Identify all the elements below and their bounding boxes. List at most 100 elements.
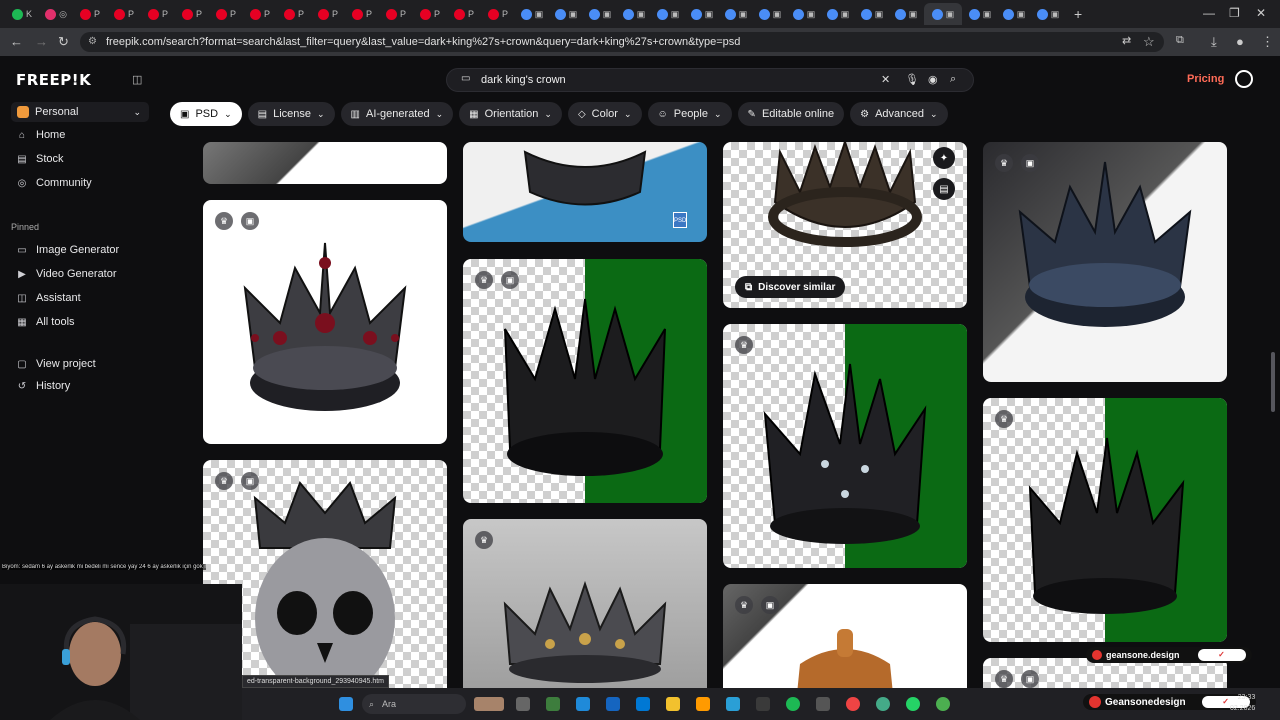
browser-tab[interactable]: ▣ <box>516 3 548 25</box>
minimize-icon[interactable]: — <box>1203 6 1215 20</box>
forward-icon[interactable]: → <box>35 34 48 49</box>
profile-icon[interactable]: ● <box>1236 34 1244 49</box>
result-card[interactable]: ♛ <box>723 324 967 568</box>
chrome-icon[interactable] <box>846 697 860 711</box>
magic-edit-icon[interactable]: ✦ <box>933 147 955 169</box>
spotify-icon[interactable] <box>786 697 800 711</box>
result-card-hovered[interactable]: ✦ ▤ ⧉ Discover similar <box>723 142 967 308</box>
save-to-collection-icon[interactable]: ▤ <box>933 178 955 200</box>
browser-tab[interactable]: ▣ <box>686 3 718 25</box>
image-search-icon[interactable]: ▭ <box>461 73 470 84</box>
voice-search-icon[interactable]: 🎙︎ <box>905 73 919 86</box>
outlook-icon[interactable] <box>636 697 650 711</box>
app-icon[interactable] <box>816 697 830 711</box>
browser-tab[interactable]: ▣ <box>720 3 752 25</box>
edge-icon[interactable] <box>576 697 590 711</box>
result-card[interactable]: ♛ ▣ <box>463 259 707 503</box>
browser-tab[interactable]: ▣ <box>618 3 650 25</box>
filter-color[interactable]: ◇ Color ⌄ <box>567 102 642 126</box>
browser-tab[interactable]: ▣ <box>754 3 786 25</box>
result-card[interactable]: ♛ ▣ <box>983 142 1227 382</box>
filter-psd[interactable]: ▣ PSD ⌄ <box>170 102 242 126</box>
clear-search-icon[interactable]: ✕ <box>881 73 890 86</box>
discover-similar-button[interactable]: ⧉ Discover similar <box>735 276 846 298</box>
browser-tab[interactable]: P <box>244 3 276 25</box>
browser-tab[interactable]: ▣ <box>964 3 996 25</box>
windows-start-icon[interactable] <box>339 697 353 711</box>
bookmark-star-icon[interactable]: ☆ <box>1143 34 1155 50</box>
result-card[interactable] <box>203 142 447 184</box>
filter-orientation[interactable]: ▦ Orientation ⌄ <box>459 102 562 126</box>
browser-tab[interactable]: P <box>108 3 140 25</box>
browser-tab[interactable]: P <box>74 3 106 25</box>
browser-tab[interactable]: P <box>210 3 242 25</box>
browser-tab[interactable]: ▣ <box>822 3 854 25</box>
new-tab-button[interactable]: + <box>1074 6 1082 22</box>
browser-tab[interactable]: P <box>142 3 174 25</box>
browser-tab[interactable]: P <box>380 3 412 25</box>
browser-tab[interactable]: ▣ <box>998 3 1030 25</box>
browser-tab[interactable]: P <box>176 3 208 25</box>
filter-advanced[interactable]: ⚙ Advanced ⌄ <box>850 102 948 126</box>
sidebar-item-home[interactable]: ⌂ Home <box>16 127 65 143</box>
reload-icon[interactable]: ↻ <box>58 34 69 50</box>
browser-tab[interactable]: ▣ <box>890 3 922 25</box>
translate-icon[interactable]: ⇄ <box>1122 34 1131 47</box>
avatar[interactable] <box>1235 70 1253 88</box>
result-card[interactable]: ♛ <box>463 519 707 688</box>
search-icon[interactable]: ⌕ <box>950 73 956 86</box>
browser-tab[interactable]: P <box>414 3 446 25</box>
whatsapp-icon[interactable] <box>906 697 920 711</box>
result-card[interactable]: ♛ <box>983 398 1227 642</box>
store-icon[interactable] <box>606 697 620 711</box>
file-explorer-icon[interactable] <box>666 697 680 711</box>
filter-editable-online[interactable]: ✎ Editable online <box>737 102 845 126</box>
browser-tab[interactable]: ▣ <box>788 3 820 25</box>
scrollbar-thumb[interactable] <box>1271 352 1275 412</box>
restore-icon[interactable]: ❐ <box>1229 6 1240 20</box>
app-icon[interactable] <box>756 697 770 711</box>
channel-name: Geansonedesign <box>1105 696 1186 708</box>
extensions-icon[interactable]: ⧉ <box>1176 34 1184 47</box>
collapse-sidebar-icon[interactable]: ◫ <box>132 73 142 86</box>
browser-tab[interactable]: ▣ <box>584 3 616 25</box>
result-card[interactable]: ♛ ▣ <box>723 584 967 688</box>
task-view-icon[interactable] <box>516 697 530 711</box>
browser-tab[interactable]: ▣ <box>856 3 888 25</box>
filter-license[interactable]: ▤ License ⌄ <box>247 102 335 126</box>
search-input[interactable]: dark king's crown <box>481 74 566 86</box>
chrome-profile-icon[interactable] <box>876 697 890 711</box>
photoshop-icon[interactable] <box>726 697 740 711</box>
chrome-profile-icon[interactable] <box>936 697 950 711</box>
browser-menu-icon[interactable]: ⋮ <box>1261 34 1274 50</box>
taskbar-search[interactable]: ⌕ Ara <box>362 694 466 714</box>
freepik-logo[interactable]: FREEP!K <box>16 71 91 89</box>
browser-tab[interactable]: ▣ <box>550 3 582 25</box>
browser-tab[interactable]: ▣ <box>924 3 962 25</box>
illustrator-icon[interactable] <box>696 697 710 711</box>
back-icon[interactable]: ← <box>10 34 23 49</box>
download-icon[interactable]: ⤓ <box>1211 34 1217 50</box>
filter-people[interactable]: ☺ People ⌄ <box>647 102 732 126</box>
close-window-icon[interactable]: ✕ <box>1256 6 1266 20</box>
search-bar[interactable]: ▭ dark king's crown ✕ 🎙︎ ◉ ⌕ <box>446 68 974 92</box>
browser-tab[interactable]: P <box>448 3 480 25</box>
browser-tab[interactable]: P <box>346 3 378 25</box>
browser-tab[interactable]: P <box>312 3 344 25</box>
filter-ai-generated[interactable]: ▥ AI-generated ⌄ <box>340 102 454 126</box>
browser-tab[interactable]: P <box>482 3 514 25</box>
workspace-selector[interactable]: Personal ⌄ <box>11 102 149 122</box>
browser-tab[interactable]: ◎ <box>40 3 72 25</box>
result-card[interactable]: PSD <box>463 142 707 242</box>
app-icon[interactable] <box>546 697 560 711</box>
camera-search-icon[interactable]: ◉ <box>928 73 938 86</box>
browser-tab[interactable]: K <box>6 3 38 25</box>
widget-thumbnail-icon[interactable] <box>474 697 504 711</box>
browser-tab[interactable]: ▣ <box>1032 3 1064 25</box>
browser-tab[interactable]: ▣ <box>652 3 684 25</box>
browser-tab[interactable]: P <box>278 3 310 25</box>
result-card[interactable]: ♛ ▣ <box>203 200 447 444</box>
pricing-link[interactable]: Pricing <box>1187 73 1224 85</box>
site-info-icon[interactable]: ⚙ <box>88 32 97 52</box>
url-field[interactable]: ⚙ freepik.com/search?format=search&last_… <box>80 32 1164 52</box>
